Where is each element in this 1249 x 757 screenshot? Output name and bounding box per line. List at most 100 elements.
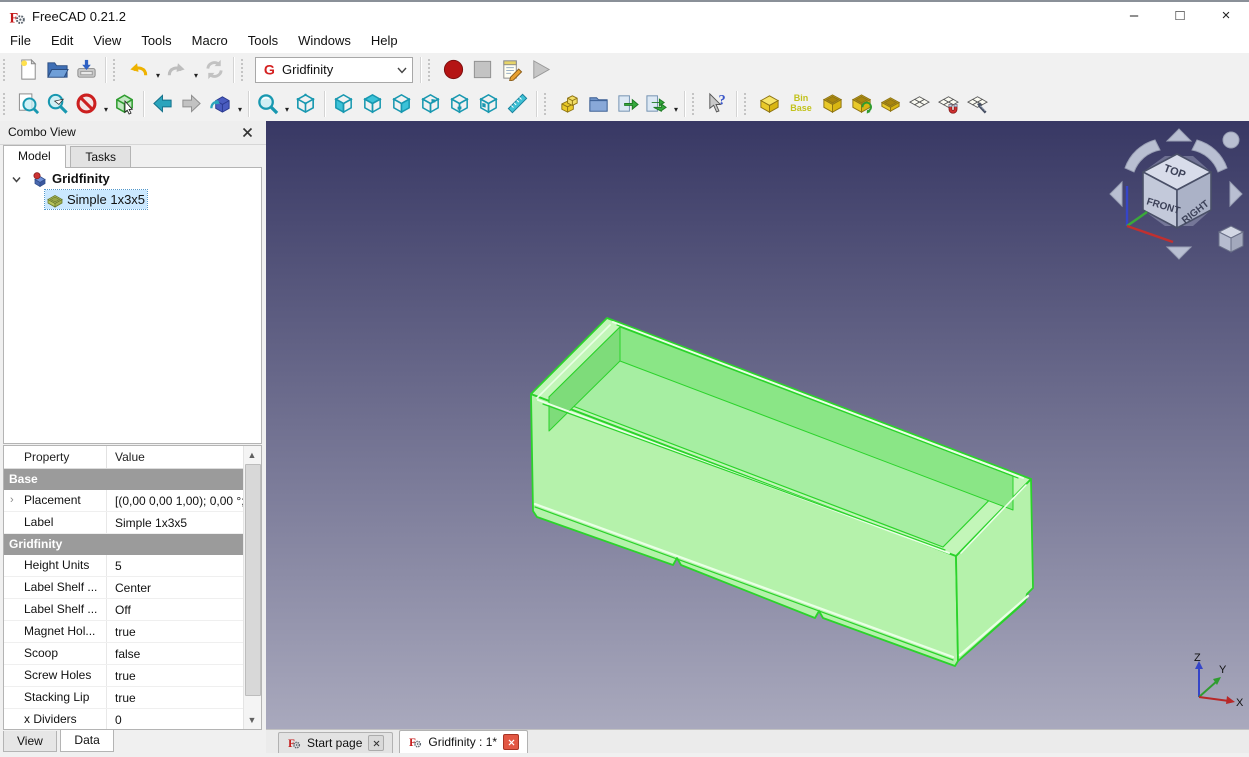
open-document-icon[interactable] (44, 56, 71, 83)
tab-data[interactable]: Data (60, 730, 113, 752)
parts-bin-icon[interactable] (877, 90, 904, 117)
fit-all-icon[interactable] (15, 90, 42, 117)
tree-row-document[interactable]: Gridfinity (4, 168, 261, 189)
chevron-expanded-icon[interactable] (11, 173, 22, 184)
expander-icon[interactable]: › (10, 494, 19, 506)
selection-view-icon[interactable] (111, 90, 138, 117)
simple-bin-icon[interactable] (819, 90, 846, 117)
right-view-icon[interactable] (388, 90, 415, 117)
menu-item-help[interactable]: Help (361, 30, 408, 51)
menu-item-tools[interactable]: Tools (238, 30, 288, 51)
scroll-down-icon[interactable]: ▼ (244, 712, 260, 728)
tab-view[interactable]: View (3, 731, 57, 752)
create-group-icon[interactable] (585, 90, 612, 117)
macro-play-icon[interactable] (527, 56, 554, 83)
baseplate-icon[interactable] (906, 90, 933, 117)
fit-selection-icon[interactable] (44, 90, 71, 117)
property-scrollbar[interactable]: ▲ ▼ (243, 446, 261, 729)
property-value[interactable]: 0 (107, 710, 244, 730)
combo-view-titlebar[interactable]: Combo View (0, 121, 266, 145)
scroll-up-icon[interactable]: ▲ (244, 447, 260, 463)
rear-view-icon[interactable] (417, 90, 444, 117)
tree-document-label[interactable]: Gridfinity (52, 171, 110, 186)
dropdown-arrow-icon[interactable]: ▾ (238, 105, 242, 114)
model-simple-1x3x5[interactable] (266, 121, 1249, 729)
front-view-icon[interactable] (330, 90, 357, 117)
bin-blank-icon[interactable] (756, 90, 783, 117)
viewport-3d[interactable]: TOP FRONT RIGHT Z Y X (266, 121, 1249, 729)
toolbar-grip[interactable] (3, 59, 10, 81)
property-value[interactable]: false (107, 644, 244, 664)
scrollbar-thumb[interactable] (245, 464, 261, 696)
property-row[interactable]: ›Placement[(0,00 0,00 1,00); 0,00 °;... (4, 490, 244, 512)
linked-view-icon[interactable]: ▾ (207, 90, 234, 117)
minimize-button[interactable]: – (1111, 2, 1157, 32)
toolbar-grip[interactable] (692, 93, 699, 115)
nav-back-icon[interactable] (149, 90, 176, 117)
top-view-icon[interactable] (359, 90, 386, 117)
property-row[interactable]: Stacking Liptrue (4, 687, 244, 709)
close-button[interactable]: × (1203, 2, 1249, 32)
menu-item-file[interactable]: File (0, 30, 41, 51)
bin-base-icon[interactable]: Bin Base (785, 90, 817, 117)
measure-icon[interactable] (504, 90, 531, 117)
toolbar-grip[interactable] (428, 59, 435, 81)
new-document-icon[interactable] (15, 56, 42, 83)
dropdown-arrow-icon[interactable]: ▾ (194, 71, 198, 80)
undo-icon[interactable]: ▾ (125, 56, 152, 83)
toolbar-grip[interactable] (3, 93, 10, 115)
property-row[interactable]: Height Units5 (4, 555, 244, 577)
menu-item-edit[interactable]: Edit (41, 30, 83, 51)
property-group-gridfinity[interactable]: Gridfinity (4, 534, 244, 555)
menu-item-view[interactable]: View (83, 30, 131, 51)
document-tab-start-page[interactable]: FStart page (278, 732, 393, 753)
tree-selected-item[interactable]: Simple 1x3x5 (45, 190, 147, 209)
toolbar-grip[interactable] (241, 59, 248, 81)
macro-record-icon[interactable] (440, 56, 467, 83)
close-panel-icon[interactable] (239, 124, 256, 141)
eco-bin-icon[interactable] (848, 90, 875, 117)
property-value[interactable]: true (107, 622, 244, 642)
draw-style-icon[interactable]: ▾ (73, 90, 100, 117)
float-panel-icon[interactable] (213, 124, 230, 141)
property-value[interactable]: true (107, 666, 244, 686)
dropdown-arrow-icon[interactable]: ▾ (156, 71, 160, 80)
tree-object-label[interactable]: Simple 1x3x5 (67, 192, 145, 207)
toolbar-grip[interactable] (113, 59, 120, 81)
property-value[interactable]: 5 (107, 556, 244, 576)
property-value[interactable]: true (107, 688, 244, 708)
close-tab-icon[interactable] (368, 735, 384, 751)
tab-tasks[interactable]: Tasks (70, 146, 131, 168)
screw-together-baseplate-icon[interactable] (964, 90, 991, 117)
property-value[interactable]: [(0,00 0,00 1,00); 0,00 °;... (107, 491, 244, 511)
property-row[interactable]: Screw Holestrue (4, 665, 244, 687)
property-row[interactable]: Scoopfalse (4, 643, 244, 665)
tree-row-object[interactable]: Simple 1x3x5 (4, 189, 261, 210)
property-value[interactable]: Simple 1x3x5 (107, 513, 244, 533)
refresh-icon[interactable] (201, 56, 228, 83)
whats-this-icon[interactable]: ? (704, 90, 731, 117)
menu-item-tools[interactable]: Tools (131, 30, 181, 51)
navigation-cube[interactable]: TOP FRONT RIGHT (1105, 124, 1247, 266)
left-view-icon[interactable] (475, 90, 502, 117)
create-part-icon[interactable] (556, 90, 583, 117)
redo-icon[interactable]: ▾ (163, 56, 190, 83)
macro-stop-icon[interactable] (469, 56, 496, 83)
link-make-group-icon[interactable]: ▾ (643, 90, 670, 117)
property-row[interactable]: x Dividers0 (4, 709, 244, 730)
axonometric-view-icon[interactable] (292, 90, 319, 117)
close-tab-icon[interactable] (503, 734, 519, 750)
property-row[interactable]: Label Shelf ...Center (4, 577, 244, 599)
menu-item-macro[interactable]: Macro (182, 30, 238, 51)
magnet-baseplate-icon[interactable] (935, 90, 962, 117)
toolbar-grip[interactable] (744, 93, 751, 115)
maximize-button[interactable]: □ (1157, 2, 1203, 32)
nav-forward-icon[interactable] (178, 90, 205, 117)
link-make-icon[interactable] (614, 90, 641, 117)
property-value[interactable]: Off (107, 600, 244, 620)
dropdown-arrow-icon[interactable]: ▾ (285, 105, 289, 114)
zoom-icon[interactable]: ▾ (254, 90, 281, 117)
toolbar-grip[interactable] (544, 93, 551, 115)
property-row[interactable]: LabelSimple 1x3x5 (4, 512, 244, 534)
macro-edit-icon[interactable] (498, 56, 525, 83)
